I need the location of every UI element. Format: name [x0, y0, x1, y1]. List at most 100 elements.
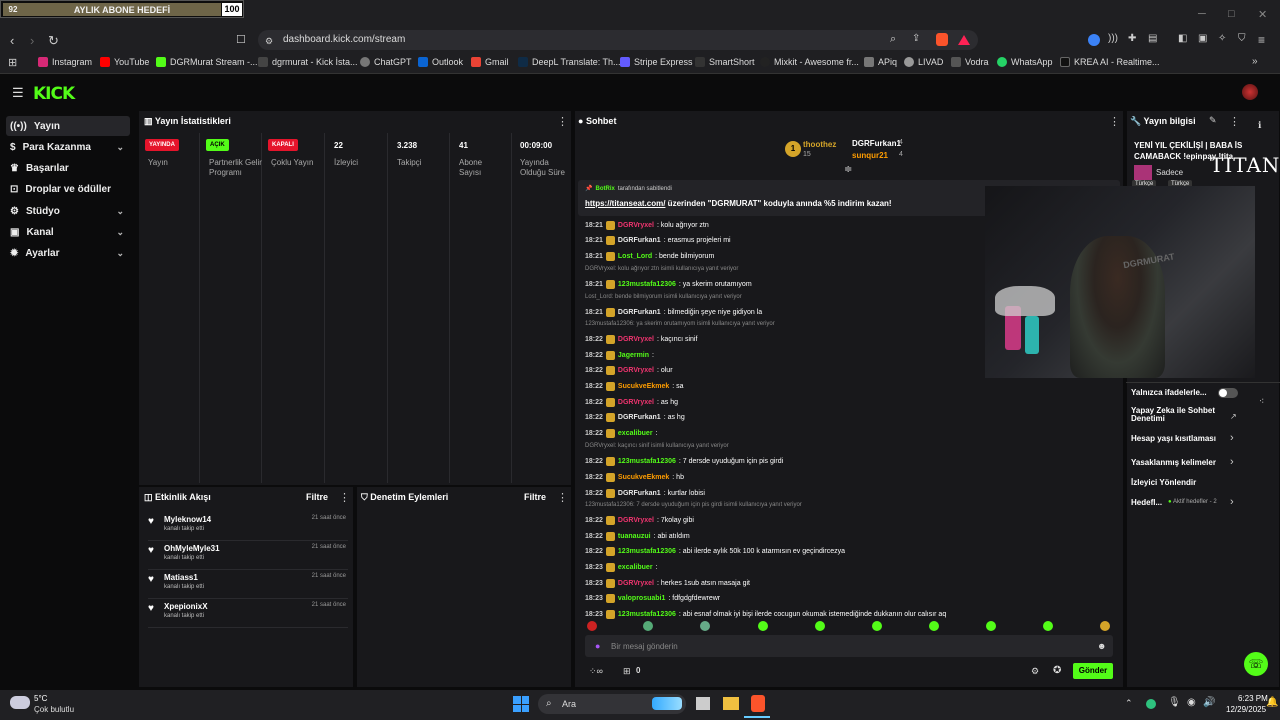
- viewer-redirect-link[interactable]: İzleyici Yönlendir: [1131, 478, 1196, 487]
- gift-icon[interactable]: ⊞: [623, 666, 631, 677]
- network-icon[interactable]: ◉: [1187, 697, 1196, 708]
- bookmark-item[interactable]: Mixkit - Awesome fr...: [760, 57, 859, 67]
- chevron-right-icon[interactable]: ›: [1230, 496, 1234, 508]
- url-input[interactable]: dashboard.kick.com/stream: [258, 30, 978, 50]
- leader-name[interactable]: sunqur21: [852, 151, 888, 160]
- chat-username[interactable]: DGRVryxel: [618, 222, 654, 229]
- chat-username[interactable]: DGRFurkan1: [618, 490, 661, 497]
- clock-time[interactable]: 6:23 PM: [1238, 694, 1268, 703]
- chat-username[interactable]: DGRVryxel: [618, 399, 654, 406]
- emote-icon[interactable]: [872, 621, 882, 631]
- more-options-icon[interactable]: ⋮: [557, 491, 568, 504]
- external-link-icon[interactable]: ↗: [1230, 412, 1237, 421]
- chat-username[interactable]: valoprosuabi1: [618, 595, 665, 602]
- emote-icon[interactable]: [1100, 621, 1110, 631]
- sidebar-toggle-icon[interactable]: ◧: [1178, 33, 1187, 44]
- chat-username[interactable]: tuanauzui: [618, 533, 651, 540]
- menu-icon[interactable]: ≡: [1258, 33, 1265, 47]
- apps-icon[interactable]: ⊞: [8, 56, 17, 69]
- moderation-filter-button[interactable]: Filtre: [524, 492, 546, 502]
- emote-icon[interactable]: [587, 621, 597, 631]
- leader-name[interactable]: DGRFurkan1: [852, 139, 901, 148]
- chat-username[interactable]: DGRVryxel: [618, 336, 654, 343]
- sidebar-item-studyo[interactable]: ⚙ Stüdyo ⌄: [6, 201, 130, 221]
- clock-date[interactable]: 12/29/2025: [1226, 705, 1266, 714]
- minimize-icon[interactable]: ─: [1198, 8, 1206, 20]
- leader-name[interactable]: thoothez: [803, 140, 836, 149]
- chevron-right-icon[interactable]: ›: [1230, 456, 1234, 468]
- wallet-icon[interactable]: ▣: [1198, 33, 1207, 44]
- file-explorer-icon[interactable]: [723, 697, 739, 710]
- support-icon[interactable]: ☏: [1244, 652, 1268, 676]
- activity-filter-button[interactable]: Filtre: [306, 492, 328, 502]
- emote-icon[interactable]: [986, 621, 996, 631]
- microphone-icon[interactable]: 🎙: [1168, 697, 1181, 708]
- bookmark-item[interactable]: Stripe Express: [620, 57, 693, 67]
- brave-rewards-icon[interactable]: [958, 35, 970, 45]
- goals-link[interactable]: Hedefl...: [1131, 498, 1162, 507]
- bookmark-item[interactable]: DeepL Translate: Th...: [518, 57, 621, 67]
- chat-username[interactable]: Jagermin: [618, 352, 649, 359]
- mod-tools-icon[interactable]: ✪: [1053, 665, 1061, 676]
- chat-username[interactable]: DGRFurkan1: [618, 309, 661, 316]
- chat-username[interactable]: DGRFurkan1: [618, 414, 661, 421]
- emote-icon[interactable]: [700, 621, 710, 631]
- more-options-icon[interactable]: ⋮: [1109, 115, 1120, 128]
- bookmark-item[interactable]: dgrmurat - Kick İsta...: [258, 57, 358, 67]
- chat-username[interactable]: SucukveEkmek: [618, 474, 669, 481]
- emote-only-toggle[interactable]: [1218, 388, 1238, 398]
- reload-icon[interactable]: ↻: [48, 33, 59, 49]
- task-view-icon[interactable]: [696, 697, 710, 710]
- bookmark-icon[interactable]: ☐: [236, 33, 246, 46]
- search-icon[interactable]: ⌕: [890, 33, 896, 46]
- bookmark-item[interactable]: Vodra: [951, 57, 989, 67]
- emote-icon[interactable]: [758, 621, 768, 631]
- chat-username[interactable]: 123mustafa12306: [618, 458, 676, 465]
- more-bookmarks-icon[interactable]: »: [1252, 56, 1258, 67]
- pinned-link[interactable]: https://titanseat.com/: [585, 199, 665, 208]
- chat-username[interactable]: DGRVryxel: [618, 367, 654, 374]
- bookmark-item[interactable]: ChatGPT: [360, 57, 412, 67]
- share-icon[interactable]: ⁖: [1259, 396, 1264, 407]
- bookmark-item[interactable]: SmartShort: [695, 57, 755, 67]
- site-settings-icon[interactable]: ⚙: [265, 36, 273, 47]
- notification-icon[interactable]: 🔔: [1266, 697, 1278, 708]
- tray-app-icon[interactable]: [1146, 699, 1156, 709]
- microphone-icon[interactable]: ●: [595, 641, 600, 651]
- more-options-icon[interactable]: ⋮: [557, 115, 568, 128]
- chat-username[interactable]: Lost_Lord: [618, 253, 652, 260]
- avatar[interactable]: [1242, 84, 1258, 100]
- forward-icon[interactable]: ›: [30, 33, 34, 48]
- bookmark-item[interactable]: LIVAD: [904, 57, 943, 67]
- bookmark-item[interactable]: Instagram: [38, 57, 92, 67]
- bookmark-item[interactable]: Outlook: [418, 57, 463, 67]
- chat-username[interactable]: 123mustafa12306: [618, 611, 676, 618]
- chat-username[interactable]: 123mustafa12306: [618, 281, 676, 288]
- maximize-icon[interactable]: □: [1228, 8, 1235, 20]
- chat-username[interactable]: 123mustafa12306: [618, 548, 676, 555]
- sidebar-item-para-kazanma[interactable]: $ Para Kazanma ⌄: [6, 137, 130, 157]
- bookmark-item[interactable]: DGRMurat Stream -...: [156, 57, 258, 67]
- emoji-icon[interactable]: ☻: [1097, 641, 1106, 651]
- channel-points-icon[interactable]: ⁘∞: [589, 666, 603, 677]
- expand-leaderboard-icon[interactable]: ≑: [844, 164, 852, 175]
- bookmark-item[interactable]: Gmail: [471, 57, 509, 67]
- emote-icon[interactable]: [815, 621, 825, 631]
- more-options-icon[interactable]: ⋮: [1229, 115, 1240, 128]
- reader-icon[interactable]: ▤: [1148, 33, 1157, 44]
- send-button[interactable]: Gönder: [1073, 663, 1113, 679]
- sidebar-item-kanal[interactable]: ▣ Kanal ⌄: [6, 222, 130, 242]
- windows-start-icon[interactable]: [513, 696, 529, 712]
- bookmark-item[interactable]: APiq: [864, 57, 897, 67]
- back-icon[interactable]: ‹: [10, 33, 14, 48]
- extensions-icon[interactable]: ✚: [1128, 33, 1136, 44]
- share-icon[interactable]: ⇪: [912, 33, 920, 44]
- chat-username[interactable]: SucukveEkmek: [618, 383, 669, 390]
- vpn-icon[interactable]: ⛉: [1238, 33, 1246, 44]
- emote-icon[interactable]: [643, 621, 653, 631]
- settings-icon[interactable]: ⚙: [1031, 666, 1039, 677]
- sidebar-item-yayin[interactable]: ((•)) Yayın: [6, 116, 130, 136]
- extension-icon[interactable]: [1088, 34, 1100, 46]
- chat-username[interactable]: excalibuer: [618, 564, 653, 571]
- sidebar-item-droplar[interactable]: ⊡ Droplar ve ödüller: [6, 179, 130, 199]
